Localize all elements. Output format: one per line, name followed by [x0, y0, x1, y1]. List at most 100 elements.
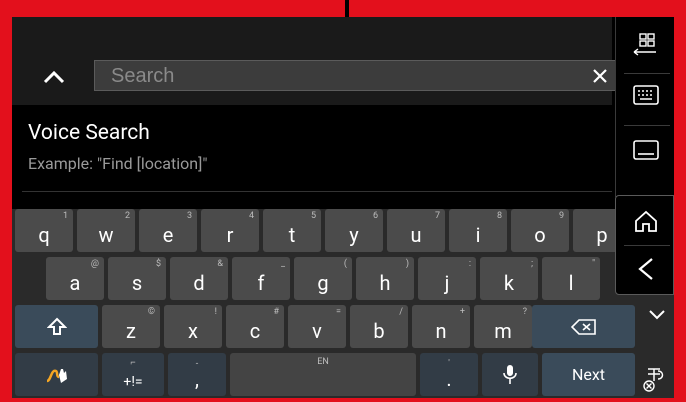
- keyboard-mode-button[interactable]: [616, 17, 674, 72]
- keyboard-mode-icon: [633, 32, 656, 56]
- key-label: e: [162, 223, 174, 247]
- key-label: s: [131, 271, 143, 295]
- key-r[interactable]: 4r: [201, 209, 259, 252]
- key-hint: 1: [62, 211, 68, 221]
- key-c[interactable]: # c: [226, 305, 284, 348]
- space-language-label: EN: [317, 357, 329, 367]
- key-a[interactable]: @ a: [46, 257, 104, 300]
- key-s[interactable]: $ s: [108, 257, 166, 300]
- key-m[interactable]: ? m: [474, 305, 532, 348]
- frame-notch: [345, 0, 349, 17]
- key-x[interactable]: ! x: [164, 305, 222, 348]
- shift-key[interactable]: [15, 305, 98, 348]
- key-label: j: [444, 271, 450, 295]
- key-hint: ;: [531, 259, 533, 269]
- chevron-up-icon: [43, 70, 65, 84]
- key-t[interactable]: 5t: [263, 209, 321, 252]
- divider: [22, 191, 612, 192]
- home-button[interactable]: [616, 198, 674, 244]
- key-label: i: [475, 223, 481, 247]
- key-hint: ?: [522, 307, 527, 317]
- backspace-icon: [570, 318, 596, 335]
- backspace-key[interactable]: [532, 305, 635, 348]
- key-label: d: [193, 271, 205, 295]
- back-button[interactable]: [616, 246, 674, 292]
- voice-search-example: Example: "Find [location]": [28, 154, 208, 173]
- key-z[interactable]: © z: [102, 305, 160, 348]
- key-d[interactable]: & d: [170, 257, 228, 300]
- key-o[interactable]: 9o: [511, 209, 569, 252]
- key-hint: 3: [186, 211, 192, 221]
- voice-search-title[interactable]: Voice Search: [28, 121, 150, 145]
- collapse-button[interactable]: [34, 61, 74, 93]
- key-hint: +: [459, 307, 465, 317]
- key-hint: _: [280, 259, 285, 269]
- keyboard-hide-icon: [632, 139, 659, 160]
- key-l[interactable]: " l: [542, 257, 600, 300]
- handwriting-key[interactable]: [15, 353, 98, 396]
- key-hint: !: [214, 307, 217, 317]
- full-keyboard-button[interactable]: [616, 67, 674, 122]
- key-label: c: [249, 319, 261, 343]
- symbols-key-label: +!=: [123, 374, 143, 390]
- key-k[interactable]: ; k: [480, 257, 538, 300]
- next-button[interactable]: Next: [542, 353, 635, 396]
- voice-input-key[interactable]: [482, 353, 538, 396]
- key-label: u: [410, 223, 422, 247]
- chevron-down-icon: [649, 310, 665, 320]
- space-key[interactable]: EN: [230, 353, 416, 396]
- key-hint: &: [217, 259, 223, 269]
- search-panel: [12, 17, 621, 105]
- key-hint: /: [399, 307, 403, 317]
- search-box[interactable]: [94, 60, 621, 91]
- close-keyboard-button[interactable]: [637, 362, 673, 396]
- key-hint: =: [336, 307, 341, 317]
- back-arrow-icon: [637, 258, 653, 280]
- key-hint: 4: [248, 211, 254, 221]
- key-label: m: [494, 319, 512, 343]
- comma-key-label: ,: [195, 367, 199, 391]
- ime-toolbar: [615, 17, 674, 197]
- keyboard-icon: [632, 84, 659, 105]
- key-label: w: [98, 223, 114, 247]
- key-hint: ©: [147, 307, 155, 317]
- key-label: n: [435, 319, 447, 343]
- next-button-label: Next: [571, 365, 606, 384]
- key-hint: 8: [496, 211, 502, 221]
- period-key[interactable]: ' .: [420, 353, 478, 396]
- comma-key[interactable]: - ,: [168, 353, 226, 396]
- expand-rail-button[interactable]: [642, 300, 672, 330]
- hide-keyboard-button[interactable]: [616, 122, 674, 177]
- key-v[interactable]: = v: [288, 305, 346, 348]
- key-label: o: [534, 223, 546, 247]
- key-n[interactable]: + n: [412, 305, 470, 348]
- symbols-key[interactable]: ⌐ +!=: [102, 353, 164, 396]
- key-q[interactable]: 1q: [15, 209, 73, 252]
- period-key-label: .: [446, 367, 452, 391]
- key-u[interactable]: 7u: [387, 209, 445, 252]
- key-w[interactable]: 2w: [77, 209, 135, 252]
- key-b[interactable]: / b: [350, 305, 408, 348]
- key-i[interactable]: 8i: [449, 209, 507, 252]
- key-f[interactable]: _ f: [232, 257, 290, 300]
- key-hint: 6: [372, 211, 378, 221]
- key-label: k: [503, 271, 515, 295]
- key-hint: #: [273, 307, 279, 317]
- key-y[interactable]: 6y: [325, 209, 383, 252]
- key-h[interactable]: ) h: [356, 257, 414, 300]
- on-screen-keyboard: 1q2w3e4r5t6y7u8i9o0p @a$s&d_f(g)h:j;k"l …: [12, 209, 674, 398]
- key-label: g: [317, 271, 329, 295]
- key-hint: 7: [434, 211, 440, 221]
- key-g[interactable]: (g: [294, 257, 352, 300]
- microphone-icon: [503, 364, 517, 384]
- key-label: t: [288, 223, 296, 247]
- key-label: x: [188, 319, 198, 343]
- symbols-key-hint: ⌐: [130, 358, 136, 368]
- key-j[interactable]: :j: [418, 257, 476, 300]
- handwriting-icon: [46, 368, 67, 383]
- key-e[interactable]: 3e: [139, 209, 197, 252]
- search-input[interactable]: [109, 63, 563, 90]
- clear-search-button[interactable]: [588, 64, 612, 88]
- key-hint: 5: [310, 211, 316, 221]
- key-hint: :: [468, 259, 471, 269]
